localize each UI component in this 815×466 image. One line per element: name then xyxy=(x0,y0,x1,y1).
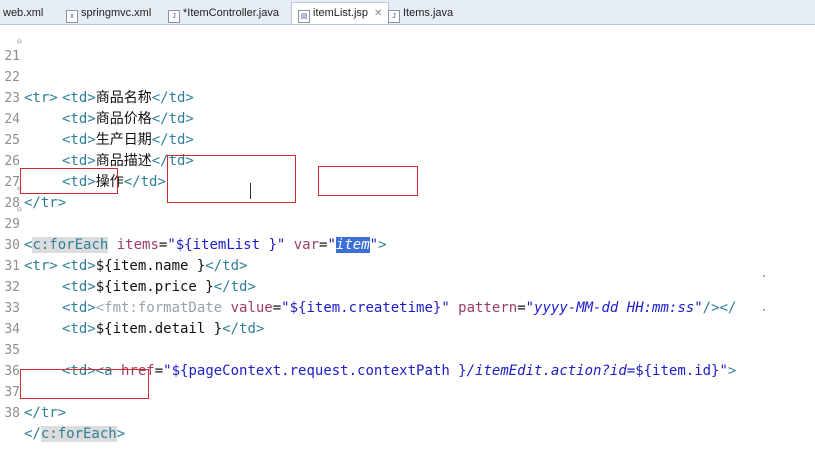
td-open-tag: <td> xyxy=(62,258,96,274)
foreach-tag-name: c:forEach xyxy=(40,426,117,442)
attr-value: "yyyy-MM-dd HH:mm:ss" xyxy=(525,300,703,316)
anchor-tag: <a xyxy=(95,363,113,379)
tab-springmvc-xml[interactable]: x springmvc.xml xyxy=(66,3,151,23)
attr-value: "${pageContext.request.contextPath } xyxy=(163,363,467,379)
equals: = xyxy=(517,300,526,316)
attr-name: href xyxy=(112,363,155,379)
code-line: 38 </c:forEach> xyxy=(0,382,125,442)
td-close-tag: </td> xyxy=(151,111,194,127)
tag-bracket: > xyxy=(378,237,387,253)
code-line: 32 <td><fmt:formatDate value="${item.cre… xyxy=(0,256,736,316)
editor-tab-bar: web.xml x springmvc.xml J *ItemController.… xyxy=(0,0,815,25)
quote: " xyxy=(327,237,336,253)
selected-text[interactable]: item xyxy=(335,237,370,253)
td-open-tag: <td> xyxy=(62,279,96,295)
tab-itemlist-jsp[interactable]: ▤ itemList.jsp ✕ xyxy=(291,2,390,24)
code-line: 24 <td>生产日期</td> xyxy=(0,88,194,148)
text-cursor xyxy=(250,183,251,199)
el-expression: ${item.name } xyxy=(95,258,206,274)
attr-name: value xyxy=(222,300,273,316)
cell-text: 商品描述 xyxy=(95,153,152,169)
tag-bracket: > xyxy=(727,363,737,379)
code-line: 31 <td>${item.price }</td> xyxy=(0,235,256,295)
line-number: 38 xyxy=(4,406,20,421)
fmt-tag: <fmt:formatDate xyxy=(95,300,223,316)
cell-text: 操作 xyxy=(95,174,124,190)
td-open-tag: <td> xyxy=(62,321,96,337)
java-file-icon: J xyxy=(388,10,400,23)
cell-text: 商品名称 xyxy=(95,90,152,106)
tab-itemcontroller-java[interactable]: J *ItemController.java xyxy=(168,3,279,23)
code-line: 23 <td>商品价格</td> xyxy=(0,67,194,127)
td-open-tag: <td> xyxy=(62,363,96,379)
td-open-tag: <td> xyxy=(62,132,96,148)
tag-bracket: /></ xyxy=(702,300,737,316)
tab-label: web.xml xyxy=(3,7,44,19)
code-line: 33 <td>${item.detail }</td> xyxy=(0,277,264,337)
attr-value: "${itemList }" xyxy=(167,237,286,253)
tag-bracket: > xyxy=(116,426,126,442)
xml-file-icon: x xyxy=(66,10,78,23)
code-line: 29 ⊖ <tr> xyxy=(0,193,57,274)
td-open-tag: <td> xyxy=(62,153,96,169)
td-close-tag: </td> xyxy=(222,321,265,337)
td-close-tag: </td> xyxy=(151,132,194,148)
tab-web-xml[interactable]: web.xml xyxy=(3,3,43,23)
code-line-foreach: 28 ⊖ <c:forEach items="${itemList }" var… xyxy=(0,172,387,253)
code-editor[interactable]: 21 ⊖ <tr> 22 <td>商品名称</td> 23 <td>商品价格</… xyxy=(0,25,815,442)
code-line: 34 xyxy=(0,298,34,337)
code-line: 21 ⊖ <tr> xyxy=(0,25,57,106)
attr-value: ${item.id}" xyxy=(635,363,728,379)
td-close-tag: </td> xyxy=(123,174,166,190)
scroll-marker xyxy=(763,275,765,277)
code-line: 30 <td>${item.name }</td> xyxy=(0,214,247,274)
code-line: 25 <td>商品描述</td> xyxy=(0,109,194,169)
attr-value: "${item.createtime}" xyxy=(281,300,450,316)
td-open-tag: <td> xyxy=(62,300,96,316)
tab-label: itemList.jsp xyxy=(313,7,369,19)
tab-label: Items.java xyxy=(403,7,454,19)
attr-value: /itemEdit.action?id= xyxy=(466,363,636,379)
code-line: 26 <td>操作</td> xyxy=(0,130,166,190)
cell-text: 商品价格 xyxy=(95,111,152,127)
td-close-tag: </td> xyxy=(151,90,194,106)
equals: = xyxy=(272,300,282,316)
attr-name: items xyxy=(108,237,159,253)
cell-text: 生产日期 xyxy=(95,132,152,148)
td-close-tag: </td> xyxy=(151,153,194,169)
attr-name: var xyxy=(285,237,320,253)
code-line: 37 </tr> xyxy=(0,361,66,421)
foreach-tag-name: c:forEach xyxy=(32,237,109,253)
code-line: 27 </tr> xyxy=(0,151,66,211)
annotation-box-var xyxy=(318,166,418,196)
td-open-tag: <td> xyxy=(62,90,96,106)
java-file-icon: J xyxy=(168,10,180,23)
tag-bracket: </ xyxy=(24,426,41,442)
td-open-tag: <td> xyxy=(62,111,96,127)
code-line: 36 xyxy=(0,340,34,379)
close-icon[interactable]: ✕ xyxy=(374,8,382,19)
jsp-file-icon: ▤ xyxy=(298,10,310,23)
code-line: 35 <td><a href="${pageContext.request.co… xyxy=(0,319,736,379)
td-open-tag: <td> xyxy=(62,174,96,190)
code-line: 22 <td>商品名称</td> xyxy=(0,46,194,106)
quote: " xyxy=(369,237,379,253)
el-expression: ${item.price } xyxy=(95,279,214,295)
tab-label: springmvc.xml xyxy=(81,7,152,19)
attr-name: pattern xyxy=(449,300,518,316)
equals: = xyxy=(154,363,164,379)
td-close-tag: </td> xyxy=(213,279,256,295)
tab-items-java[interactable]: J Items.java xyxy=(388,3,453,23)
tab-label: *ItemController.java xyxy=(183,7,279,19)
el-expression: ${item.detail } xyxy=(95,321,223,337)
td-close-tag: </td> xyxy=(205,258,248,274)
scroll-marker xyxy=(763,309,765,311)
